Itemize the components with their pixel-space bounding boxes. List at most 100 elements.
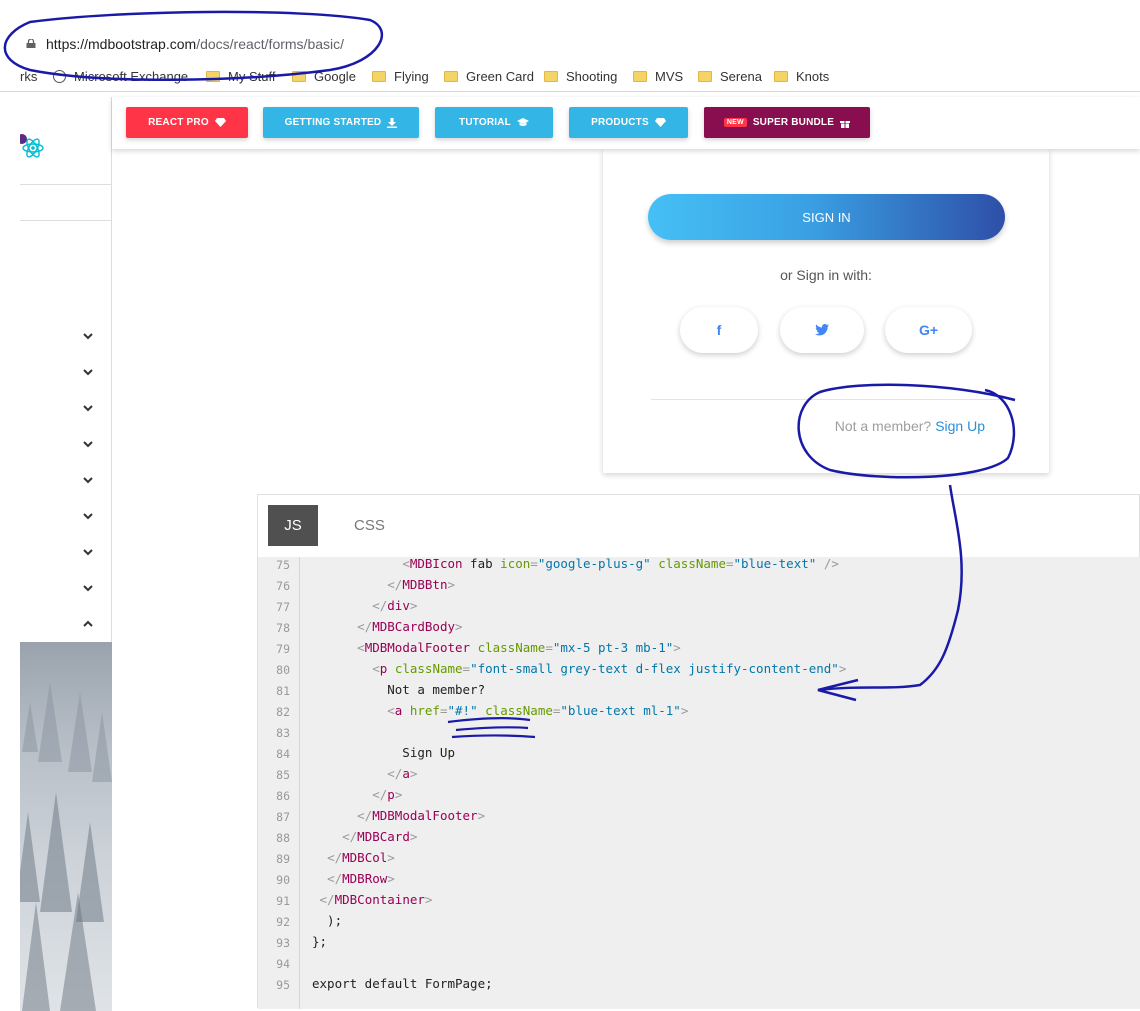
card-footer: Not a member? Sign Up [835,418,985,434]
folder-icon [206,71,220,82]
tutorial-button[interactable]: TUTORIAL [435,107,553,138]
bookmark-item[interactable]: Google [292,69,356,84]
tab-js[interactable]: JS [268,505,318,546]
bookmark-item[interactable]: Flying [372,69,429,84]
code-line: <MDBIcon fab icon="google-plus-g" classN… [402,557,839,571]
bookmark-item[interactable]: My Stuff [206,69,275,84]
line-number: 95 [276,978,290,992]
line-number: 82 [276,705,290,719]
bookmark-item[interactable]: Shooting [544,69,617,84]
line-number: 86 [276,789,290,803]
not-a-member-text: Not a member? [834,418,932,434]
line-number: 79 [276,642,290,656]
code-block[interactable]: 75 76 77 78 79 80 81 82 83 84 85 86 87 88 89 90 91 92 93 94… [258,557,1140,1009]
folder-icon [544,71,558,82]
code-line: </div> [372,598,418,613]
sidebar-divider [20,184,112,185]
getting-started-button[interactable]: GETTING STARTED [263,107,419,138]
signin-card: SIGN IN or Sign in with: f G+ Not a memb… [603,149,1049,473]
line-number: 90 [276,873,290,887]
sign-in-button[interactable]: SIGN IN [648,194,1005,240]
facebook-icon: f [716,322,722,338]
top-navbar: REACT PRO GETTING STARTED TUTORIAL PRODU… [112,97,1140,149]
bookmark-item[interactable]: Knots [774,69,829,84]
code-line: </MDBBtn> [387,577,456,592]
twitter-icon [815,324,829,336]
bookmark-item[interactable]: rks [20,69,37,84]
twitter-button[interactable] [780,307,864,353]
folder-icon [444,71,458,82]
lock-icon [26,39,36,48]
diamond-icon [654,118,666,127]
facebook-button[interactable]: f [680,307,758,353]
card-divider [651,399,1001,400]
sidebar-background-image [20,642,112,1011]
line-number: 87 [276,810,290,824]
code-line: </MDBRow> [327,871,395,886]
bookmark-item[interactable]: Microsoft Exchange [53,69,188,84]
folder-icon [698,71,712,82]
chevron-down-icon[interactable] [82,548,94,556]
bookmark-item[interactable]: Serena [698,69,762,84]
code-line: <p className="font-small grey-text d-fle… [372,661,847,676]
bookmark-item[interactable]: MVS [633,69,683,84]
code-line: export default FormPage; [312,976,493,991]
chevron-down-icon[interactable] [82,332,94,340]
code-line: </MDBCardBody> [357,619,463,634]
code-line: </MDBContainer> [319,892,433,907]
line-number: 88 [276,831,290,845]
code-line: </MDBModalFooter> [357,808,486,823]
forest-image [20,682,112,1011]
line-number: 76 [276,579,290,593]
code-line: ); [312,913,343,928]
globe-icon [53,70,66,83]
sidebar-divider [20,220,112,221]
code-line: </MDBCard> [342,829,418,844]
chevron-down-icon[interactable] [82,512,94,520]
react-pro-button[interactable]: REACT PRO [126,107,248,138]
line-number: 77 [276,600,290,614]
gift-icon [840,120,851,128]
code-panel: JS CSS 75 76 77 78 79 80 81 82 83 84 85 86 87 88 89 90 9… [257,494,1140,1009]
google-plus-icon: G+ [918,322,939,338]
diamond-icon [214,118,226,127]
url-host: https://mdbootstrap.com [46,36,197,52]
url-text: https://mdbootstrap.com/docs/react/forms… [46,36,344,52]
docs-sidebar [20,97,112,1011]
tab-css[interactable]: CSS [354,517,385,534]
line-number: 84 [276,747,290,761]
react-logo-icon[interactable] [20,125,46,165]
line-number: 80 [276,663,290,677]
address-bar[interactable]: https://mdbootstrap.com/docs/react/forms… [0,28,1140,60]
download-icon [387,117,398,128]
chevron-down-icon[interactable] [82,584,94,592]
or-sign-in-with-text: or Sign in with: [780,267,872,283]
code-line: </a> [387,766,418,781]
bookmark-item[interactable]: Green Card [444,69,534,84]
super-bundle-button[interactable]: NEW SUPER BUNDLE [704,107,870,138]
folder-icon [292,71,306,82]
line-number-gutter: 75 76 77 78 79 80 81 82 83 84 85 86 87 88 89 90 91 92 93 94… [258,557,300,1009]
line-number: 83 [276,726,290,740]
chevron-down-icon[interactable] [82,440,94,448]
code-line: Sign Up [312,745,455,760]
new-badge: NEW [723,118,747,127]
sign-up-link[interactable]: Sign Up [935,418,985,434]
code-line: }; [312,934,328,949]
line-number: 85 [276,768,290,782]
google-plus-button[interactable]: G+ [885,307,972,353]
folder-icon [633,71,647,82]
chevron-down-icon[interactable] [82,404,94,412]
url-path: /docs/react/forms/basic/ [196,36,345,52]
folder-icon [774,71,788,82]
bookmarks-bar: rks Microsoft Exchange My Stuff Google F… [0,62,1140,92]
chevron-down-icon[interactable] [82,368,94,376]
code-line: </MDBCol> [327,850,395,865]
line-number: 81 [276,684,290,698]
code-line: </p> [372,787,403,802]
line-number: 93 [276,936,290,950]
chevron-down-icon[interactable] [82,476,94,484]
chevron-up-icon[interactable] [82,620,94,628]
products-button[interactable]: PRODUCTS [569,107,688,138]
line-number: 89 [276,852,290,866]
